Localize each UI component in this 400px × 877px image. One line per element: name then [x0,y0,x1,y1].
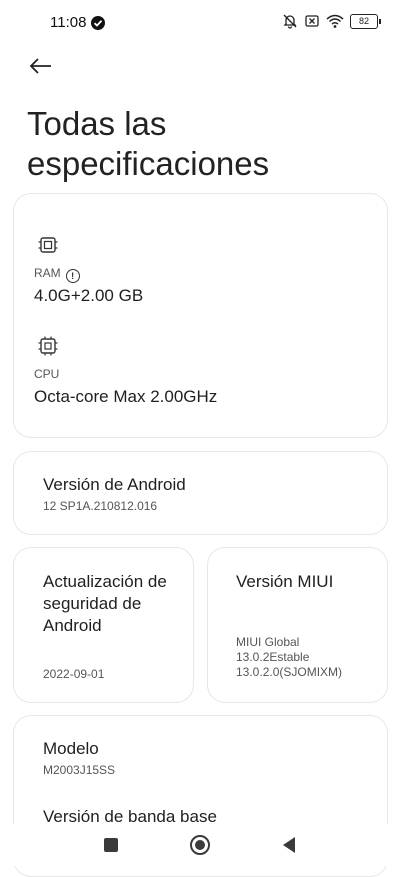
square-icon [104,838,118,852]
status-icons: 82 [282,13,381,29]
back-nav-button[interactable] [280,835,298,855]
miui-version-title: Versión MIUI [236,572,334,591]
status-bar: 11:08 82 [0,0,400,46]
miui-version-card[interactable]: Versión MIUI MIUI Global 13.0.2Estable 1… [207,547,388,703]
memory-chip-icon [38,237,58,253]
home-button[interactable] [189,834,211,856]
security-update-value: 2022-09-01 [43,667,105,681]
ram-label: RAM [34,266,61,280]
check-circle-icon [91,16,105,30]
arrow-left-icon [29,58,51,74]
ram-value: 4.0G+2.00 GB [34,286,144,305]
circle-icon [190,835,210,855]
triangle-back-icon [283,837,295,853]
miui-version-line3: 13.0.2.0(SJOMIXM) [236,665,343,679]
status-time: 11:08 [50,14,87,31]
miui-version-line1: MIUI Global [236,635,300,649]
model-title: Modelo [43,739,99,758]
android-version-title: Versión de Android [43,475,186,494]
navigation-bar [0,824,400,866]
cpu-label: CPU [34,367,60,381]
ram-label-row: RAM! [34,266,80,283]
back-button[interactable] [26,52,56,82]
model-value: M2003J15SS [43,763,116,777]
android-version-value: 12 SP1A.210812.016 [43,499,158,513]
no-sim-icon [305,15,319,27]
cpu-value: Octa-core Max 2.00GHz [34,387,218,406]
battery-indicator: 82 [350,13,381,29]
page-title: Todas las especificaciones [27,105,270,182]
miui-version-line2: 13.0.2Estable [236,650,310,664]
security-update-title: Actualización de seguridad de Android [43,572,167,635]
recents-button[interactable] [102,836,120,854]
android-version-card[interactable]: Versión de Android 12 SP1A.210812.016 [13,451,388,535]
mute-icon [283,14,297,29]
cpu-chip-icon [38,336,58,356]
specs-card: RAM! 4.0G+2.00 GB CPU Octa-core Max 2.00… [13,193,388,438]
wifi-icon [326,14,344,28]
security-update-card[interactable]: Actualización de seguridad de Android 20… [13,547,194,703]
info-icon[interactable]: ! [65,269,80,283]
